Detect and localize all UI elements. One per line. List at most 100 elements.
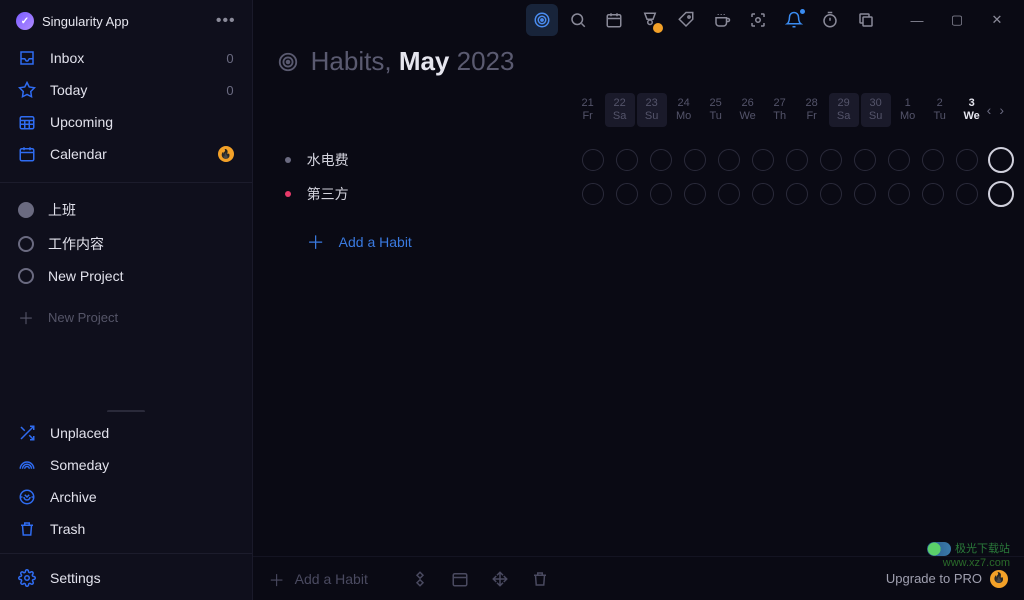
window-minimize-button[interactable]: — xyxy=(898,6,936,34)
project-item[interactable]: 上班 xyxy=(8,193,244,227)
fire-badge-icon xyxy=(990,570,1008,588)
habit-day-toggle[interactable] xyxy=(986,146,1016,174)
gear-icon xyxy=(18,569,36,587)
habit-day-toggle[interactable] xyxy=(680,180,710,208)
sidebar-settings[interactable]: Settings xyxy=(8,562,244,594)
habit-day-toggle[interactable] xyxy=(986,180,1016,208)
calendar-day[interactable]: 28Fr xyxy=(797,93,827,127)
habit-day-toggle[interactable] xyxy=(952,146,982,174)
project-label: 工作内容 xyxy=(48,234,234,254)
calendar-day[interactable]: 26We xyxy=(733,93,763,127)
calendar-prev-button[interactable]: ‹ xyxy=(987,102,992,118)
toolbar-habits-button[interactable] xyxy=(526,4,558,36)
project-circle-icon xyxy=(18,236,34,252)
calendar-day[interactable]: 29Sa xyxy=(829,93,859,127)
habit-day-toggle[interactable] xyxy=(884,146,914,174)
project-item[interactable]: New Project xyxy=(8,261,244,291)
new-project-label: New Project xyxy=(48,310,118,325)
calendar-day[interactable]: 23Su xyxy=(637,93,667,127)
sidebar-item-label: Calendar xyxy=(50,146,204,162)
sidebar-more-button[interactable]: ••• xyxy=(216,12,236,30)
habit-day-toggle[interactable] xyxy=(782,180,812,208)
sidebar-item-unplaced[interactable]: Unplaced xyxy=(8,417,244,449)
habit-day-toggle[interactable] xyxy=(816,146,846,174)
window-maximize-button[interactable]: ▢ xyxy=(938,6,976,34)
project-item[interactable]: 工作内容 xyxy=(8,227,244,261)
sidebar-item-someday[interactable]: Someday xyxy=(8,449,244,481)
toolbar-search-button[interactable] xyxy=(562,4,594,36)
sidebar-item-label: Someday xyxy=(50,457,234,473)
habit-day-toggle[interactable] xyxy=(918,180,948,208)
habit-day-toggle[interactable] xyxy=(646,180,676,208)
add-habit-label: Add a Habit xyxy=(339,234,412,250)
toolbar-focus-button[interactable] xyxy=(742,4,774,36)
habit-day-toggle[interactable] xyxy=(850,180,880,208)
add-habit-button[interactable]: ＋Add a Habit xyxy=(277,211,1004,255)
habit-day-toggle[interactable] xyxy=(884,180,914,208)
habit-color-dot xyxy=(285,191,291,197)
calendar-day[interactable]: 2Tu xyxy=(925,93,955,127)
habit-name: 第三方 xyxy=(307,184,557,204)
bottombar-calendar-button[interactable] xyxy=(444,563,476,595)
toolbar-tag-button[interactable] xyxy=(670,4,702,36)
habit-day-toggle[interactable] xyxy=(714,180,744,208)
habit-day-toggle[interactable] xyxy=(748,146,778,174)
toolbar-calendar-button[interactable] xyxy=(598,4,630,36)
calendar-day[interactable]: 3We xyxy=(957,93,987,127)
calendar-day[interactable]: 25Tu xyxy=(701,93,731,127)
habit-day-toggle[interactable] xyxy=(782,146,812,174)
habit-day-toggle[interactable] xyxy=(680,146,710,174)
calendar-day[interactable]: 21Fr xyxy=(573,93,603,127)
habit-day-toggle[interactable] xyxy=(850,146,880,174)
bottombar-add-habit-label: Add a Habit xyxy=(295,571,368,587)
toolbar-coffee-button[interactable] xyxy=(706,4,738,36)
calendar-next-button[interactable]: › xyxy=(999,102,1004,118)
habit-day-toggle[interactable] xyxy=(646,146,676,174)
sidebar-item-today[interactable]: Today 0 xyxy=(8,74,244,106)
shuffle-icon xyxy=(18,424,36,442)
new-project-button[interactable]: ＋ New Project xyxy=(0,295,252,339)
habit-day-toggle[interactable] xyxy=(612,180,642,208)
toolbar-timer-button[interactable] xyxy=(814,4,846,36)
habit-day-toggle[interactable] xyxy=(816,180,846,208)
sidebar-item-inbox[interactable]: Inbox 0 xyxy=(8,42,244,74)
bottombar-move-button[interactable] xyxy=(484,563,516,595)
upgrade-pro-button[interactable]: Upgrade to PRO xyxy=(886,570,1008,588)
calendar-day[interactable]: 24Mo xyxy=(669,93,699,127)
archive-icon xyxy=(18,488,36,506)
habit-day-toggle[interactable] xyxy=(714,146,744,174)
sidebar-drag-handle[interactable] xyxy=(0,406,252,415)
sidebar: Singularity App ••• Inbox 0 Today 0 Upco… xyxy=(0,0,253,600)
habit-day-toggle[interactable] xyxy=(578,180,608,208)
toolbar-copy-button[interactable] xyxy=(850,4,882,36)
habit-day-toggle[interactable] xyxy=(612,146,642,174)
plus-icon: ＋ xyxy=(269,567,285,591)
sidebar-item-trash[interactable]: Trash xyxy=(8,513,244,545)
calendar-day[interactable]: 30Su xyxy=(861,93,891,127)
calendar-day[interactable]: 27Th xyxy=(765,93,795,127)
habit-row[interactable]: 水电费 xyxy=(277,143,1004,177)
toolbar-award-button[interactable] xyxy=(634,4,666,36)
toolbar-notifications-button[interactable] xyxy=(778,4,810,36)
bottom-bar: ＋ Add a Habit Upgrade to PRO xyxy=(253,556,1024,600)
calendar-day[interactable]: 1Mo xyxy=(893,93,923,127)
habit-row[interactable]: 第三方 xyxy=(277,177,1004,211)
app-logo-icon xyxy=(16,12,34,30)
calendar-day[interactable]: 22Sa xyxy=(605,93,635,127)
habit-color-dot xyxy=(285,157,291,163)
page-title: Habits, May 2023 xyxy=(311,46,515,77)
sidebar-item-archive[interactable]: Archive xyxy=(8,481,244,513)
settings-label: Settings xyxy=(50,570,234,586)
sidebar-item-calendar[interactable]: Calendar xyxy=(8,138,244,170)
bottombar-delete-button[interactable] xyxy=(524,563,556,595)
habit-day-toggle[interactable] xyxy=(918,146,948,174)
project-label: New Project xyxy=(48,268,234,284)
sidebar-item-upcoming[interactable]: Upcoming xyxy=(8,106,244,138)
bottombar-sort-button[interactable] xyxy=(404,563,436,595)
bottombar-add-habit-button[interactable]: ＋ Add a Habit xyxy=(269,567,368,591)
habit-day-toggle[interactable] xyxy=(578,146,608,174)
window-close-button[interactable]: ✕ xyxy=(978,6,1016,34)
sidebar-item-label: Today xyxy=(50,82,212,98)
habit-day-toggle[interactable] xyxy=(748,180,778,208)
habit-day-toggle[interactable] xyxy=(952,180,982,208)
